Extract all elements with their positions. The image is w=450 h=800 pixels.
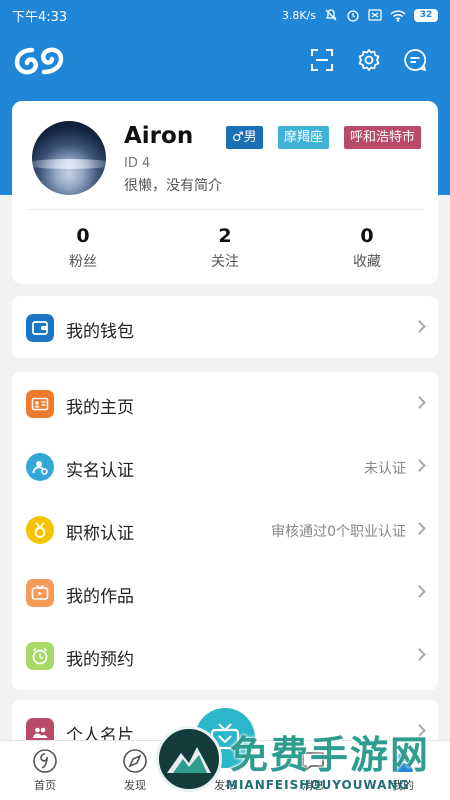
homepage-label: 我的主页 xyxy=(66,398,134,418)
compass-icon xyxy=(123,749,147,773)
status-time: 下午4:33 xyxy=(12,9,68,25)
tab-publish-label: 发布 xyxy=(214,779,236,792)
clock-icon xyxy=(26,642,54,670)
favorites-count: 0 xyxy=(360,225,374,247)
city-tag: 呼和浩特市 xyxy=(344,126,422,149)
stat-fans[interactable]: 0 粉丝 xyxy=(33,225,133,271)
tab-me-label: 我的 xyxy=(392,779,414,792)
id-card-icon xyxy=(26,390,54,418)
favorites-label: 收藏 xyxy=(353,254,381,270)
tv-icon xyxy=(210,723,240,750)
chat-bubble-icon xyxy=(302,752,324,771)
menu-item-booking[interactable]: 我的预约 xyxy=(12,624,438,687)
mute-icon xyxy=(325,9,337,21)
person-icon xyxy=(393,752,413,772)
alarm-icon xyxy=(347,10,359,22)
medal-icon xyxy=(26,516,54,544)
app-logo xyxy=(14,47,64,75)
menu-item-realname[interactable]: 实名认证 未认证 xyxy=(12,435,438,498)
tab-chat[interactable]: 消息 xyxy=(278,747,348,793)
avatar[interactable] xyxy=(32,121,106,195)
menu-item-wallet[interactable]: 我的钱包 xyxy=(12,296,438,358)
tab-home[interactable]: 首页 xyxy=(10,747,80,793)
top-nav xyxy=(0,38,450,82)
wallet-label: 我的钱包 xyxy=(66,322,134,342)
zodiac-tag: 摩羯座 xyxy=(278,126,330,149)
realname-label: 实名认证 xyxy=(66,461,134,481)
wallet-icon xyxy=(26,314,54,342)
stat-following[interactable]: 2 关注 xyxy=(175,225,275,271)
chevron-right-icon xyxy=(413,648,426,661)
title-cert-label: 职称认证 xyxy=(66,524,134,544)
tab-discover[interactable]: 发现 xyxy=(100,747,170,793)
message-icon[interactable] xyxy=(403,48,427,72)
wifi-icon xyxy=(390,9,406,22)
scan-icon[interactable] xyxy=(310,48,334,72)
chevron-right-icon xyxy=(413,320,426,333)
chevron-right-icon xyxy=(413,585,426,598)
tab-home-label: 首页 xyxy=(34,779,56,792)
tab-discover-label: 发现 xyxy=(124,779,146,792)
menu-item-title-cert[interactable]: 职称认证 审核通过0个职业认证 xyxy=(12,498,438,561)
tab-me[interactable]: 我的 xyxy=(368,747,438,793)
tab-chat-label: 消息 xyxy=(302,779,324,792)
chevron-right-icon xyxy=(413,724,426,737)
status-indicators: 3.8K/s 32 xyxy=(282,8,438,22)
battery-indicator: 32 xyxy=(414,8,438,22)
realname-status: 未认证 xyxy=(364,461,406,477)
fans-count: 0 xyxy=(76,225,90,247)
works-label: 我的作品 xyxy=(66,587,134,607)
username: Airon xyxy=(124,123,194,149)
following-count: 2 xyxy=(218,225,232,247)
user-verify-icon xyxy=(26,453,54,481)
chevron-right-icon xyxy=(413,459,426,472)
video-play-icon xyxy=(26,579,54,607)
booking-label: 我的预约 xyxy=(66,650,134,670)
chevron-right-icon xyxy=(413,396,426,409)
gender-tag: ♂男 xyxy=(226,126,263,149)
stat-favorites[interactable]: 0 收藏 xyxy=(317,225,417,271)
following-label: 关注 xyxy=(211,254,239,270)
profile-card[interactable]: Airon ♂男 摩羯座 呼和浩特市 ID 4 很懒，没有简介 0 粉丝 2 关… xyxy=(12,101,438,284)
status-bar: 下午4:33 3.8K/s 32 xyxy=(0,0,450,30)
title-cert-status: 审核通过0个职业认证 xyxy=(271,524,406,540)
sim-icon xyxy=(368,9,382,21)
settings-gear-icon[interactable] xyxy=(357,48,381,72)
fans-label: 粉丝 xyxy=(69,254,97,270)
home-icon xyxy=(33,749,57,773)
menu-item-works[interactable]: 我的作品 xyxy=(12,561,438,624)
publish-fab-button[interactable] xyxy=(195,708,255,768)
network-speed: 3.8K/s xyxy=(281,8,316,22)
card-divider xyxy=(26,209,424,210)
user-id: ID 4 xyxy=(124,156,151,171)
wallet-group: 我的钱包 xyxy=(12,296,438,358)
chevron-right-icon xyxy=(413,522,426,535)
menu-item-homepage[interactable]: 我的主页 xyxy=(12,372,438,435)
main-menu-group: 我的主页 实名认证 未认证 职称认证 审核通过0个职业认证 我的作品 我的预约 xyxy=(12,372,438,690)
user-bio: 很懒，没有简介 xyxy=(124,178,222,194)
